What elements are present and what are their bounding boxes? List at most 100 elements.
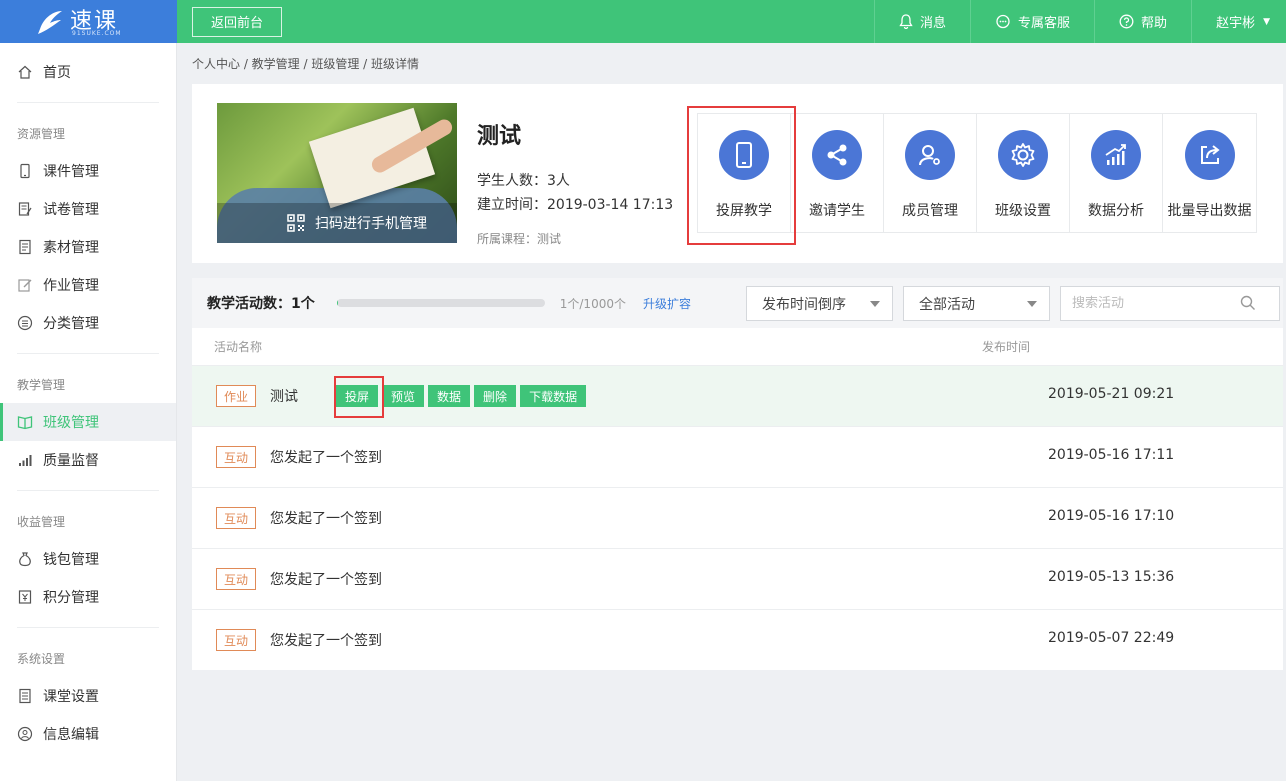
breadcrumb[interactable]: 个人中心 / 教学管理 / 班级管理 / 班级详情 [192,55,419,72]
sidebar-item-label: 质量监督 [43,453,99,469]
dropdown-arrow-icon [1027,301,1037,307]
column-header-name: 活动名称 [214,340,263,354]
sidebar-item-label: 课堂设置 [43,689,99,705]
class-cover-image[interactable]: 扫码进行手机管理 [217,103,457,243]
user-name: 赵宇彬 [1216,16,1256,31]
sidebar-item-wallet[interactable]: 钱包管理 [0,540,176,578]
sidebar-group-title: 资源管理 [17,126,66,141]
sidebar-item-label: 钱包管理 [43,552,99,568]
help-button[interactable]: 帮助 [1094,0,1191,43]
class-title: 测试 [477,124,522,149]
money-bag-icon [19,552,31,567]
user-circle-icon [17,726,33,742]
quota-text: 1个/1000个 [559,296,626,311]
tool-label: 班级设置 [995,203,1051,219]
back-to-front-button[interactable]: 返回前台 [192,6,282,37]
activity-name[interactable]: 您发起了一个签到 [270,569,382,589]
sidebar-item-courseware[interactable]: 课件管理 [0,152,176,190]
tool-label: 成员管理 [902,203,958,219]
search-icon[interactable] [1240,295,1256,311]
sort-select[interactable]: 发布时间倒序 [746,286,893,321]
sidebar-item-label: 素材管理 [43,240,99,256]
logo-subtext: 91SUKE.COM [72,30,122,37]
activity-name[interactable]: 您发起了一个签到 [270,508,382,528]
data-button[interactable]: 数据 [428,385,471,407]
phone-icon [20,163,30,179]
table-row[interactable]: 互动 您发起了一个签到 2019-05-16 17:11 [192,426,1283,487]
bell-icon [899,14,913,29]
sort-select-value: 发布时间倒序 [762,296,846,313]
sidebar-item-profile[interactable]: 信息编辑 [0,715,176,753]
sidebar-item-categories[interactable]: 分类管理 [0,304,176,342]
activity-type-tag: 作业 [216,385,256,407]
tool-batch-export[interactable]: 批量导出数据 [1163,114,1256,232]
sidebar-item-quality[interactable]: 质量监督 [0,441,176,479]
sidebar-item-label: 分类管理 [43,316,99,332]
activity-time: 2019-05-13 15:36 [1048,569,1175,585]
help-label: 帮助 [1141,16,1168,31]
sidebar-item-homework[interactable]: 作业管理 [0,266,176,304]
sidebar-divider [17,627,159,628]
tool-member-management[interactable]: 成员管理 [884,114,977,232]
table-row[interactable]: 作业 测试 投屏 预览 数据 删除 下载数据 2019-05-21 09:21 [192,365,1283,426]
preview-button[interactable]: 预览 [382,385,425,407]
tool-class-settings[interactable]: 班级设置 [977,114,1070,232]
tool-invite-students[interactable]: 邀请学生 [791,114,884,232]
edit-icon [18,279,32,292]
qr-manage-label: 扫码进行手机管理 [315,216,427,232]
activity-name[interactable]: 您发起了一个签到 [270,630,382,650]
created-time: 建立时间：2019-03-14 17:13 [477,197,674,213]
table-row[interactable]: 互动 您发起了一个签到 2019-05-16 17:10 [192,487,1283,548]
service-button[interactable]: 专属客服 [970,0,1094,43]
sidebar-item-label: 课件管理 [43,164,99,180]
service-label: 专属客服 [1018,16,1071,31]
sidebar: 首页 资源管理 课件管理 试卷管理 素材管理 作业管理 分类管理 教学管理 班级… [0,43,177,781]
caret-down-icon: ▼ [1263,16,1270,27]
activity-time: 2019-05-16 17:10 [1048,508,1175,524]
sidebar-item-label: 班级管理 [43,415,99,431]
sidebar-item-home[interactable]: 首页 [0,53,176,91]
tool-data-analysis[interactable]: 数据分析 [1070,114,1163,232]
sidebar-item-label: 积分管理 [43,590,99,606]
activity-panel: 教学活动数：1个 1个/1000个 升级扩容 发布时间倒序 全部活动 活动名称 … [192,278,1283,670]
column-header-time: 发布时间 [982,340,1031,354]
qr-manage-overlay[interactable]: 扫码进行手机管理 [217,203,457,243]
sidebar-item-label: 作业管理 [43,278,99,294]
sidebar-item-points[interactable]: 积分管理 [0,578,176,616]
sidebar-item-exams[interactable]: 试卷管理 [0,190,176,228]
sidebar-item-materials[interactable]: 素材管理 [0,228,176,266]
highlight-box [334,376,384,418]
qr-code-icon [287,214,305,232]
sidebar-item-class-settings[interactable]: 课堂设置 [0,677,176,715]
sidebar-divider [17,490,159,491]
activity-name[interactable]: 您发起了一个签到 [270,447,382,467]
sidebar-group-title: 系统设置 [17,651,66,666]
logo-icon [38,10,62,34]
share-icon [812,130,862,180]
filter-select[interactable]: 全部活动 [903,286,1050,321]
sidebar-item-label: 信息编辑 [43,727,99,743]
gear-icon [998,130,1048,180]
highlight-box [687,106,796,245]
logo[interactable]: 速课 91SUKE.COM [0,0,177,43]
table-row[interactable]: 互动 您发起了一个签到 2019-05-07 22:49 [192,609,1283,670]
delete-button[interactable]: 删除 [474,385,517,407]
activity-time: 2019-05-21 09:21 [1048,386,1175,402]
chat-icon [996,14,1010,29]
messages-button[interactable]: 消息 [874,0,970,43]
activity-name[interactable]: 测试 [270,386,298,406]
list-circle-icon [17,315,33,331]
download-data-button[interactable]: 下载数据 [520,385,587,407]
activity-type-tag: 互动 [216,568,256,590]
sidebar-item-label: 试卷管理 [43,202,99,218]
sidebar-group-title: 收益管理 [17,514,66,529]
course-name: 所属课程：测试 [477,232,562,246]
home-icon [18,65,32,79]
user-menu[interactable]: 赵宇彬 ▼ [1191,0,1286,43]
upgrade-link[interactable]: 升级扩容 [643,295,691,312]
table-row[interactable]: 互动 您发起了一个签到 2019-05-13 15:36 [192,548,1283,609]
messages-label: 消息 [920,16,947,31]
tool-label: 批量导出数据 [1167,203,1252,219]
sidebar-item-classes[interactable]: 班级管理 [0,403,176,441]
tool-label: 数据分析 [1088,203,1144,219]
